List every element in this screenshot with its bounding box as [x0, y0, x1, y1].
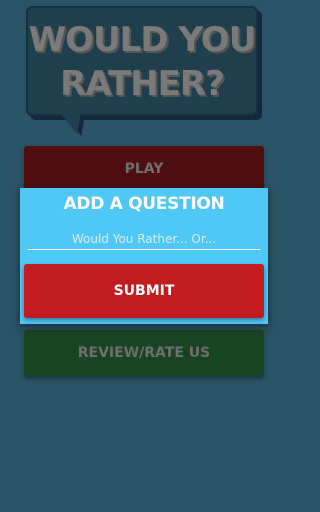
app-screen: WOULD YOU RATHER? PLAY REVIEW/RATE US AD… — [0, 0, 288, 512]
app-title-line-2: RATHER? — [60, 64, 225, 104]
title-speech-bubble: WOULD YOU RATHER? — [26, 6, 258, 116]
play-button[interactable]: PLAY — [24, 146, 264, 192]
submit-button[interactable]: SUBMIT — [24, 264, 264, 318]
question-input[interactable] — [28, 228, 260, 250]
dialog-title: ADD A QUESTION — [63, 194, 225, 214]
add-question-dialog: ADD A QUESTION SUBMIT — [20, 188, 268, 324]
app-title-line-1: WOULD YOU — [28, 20, 257, 60]
review-rate-button[interactable]: REVIEW/RATE US — [24, 330, 264, 376]
